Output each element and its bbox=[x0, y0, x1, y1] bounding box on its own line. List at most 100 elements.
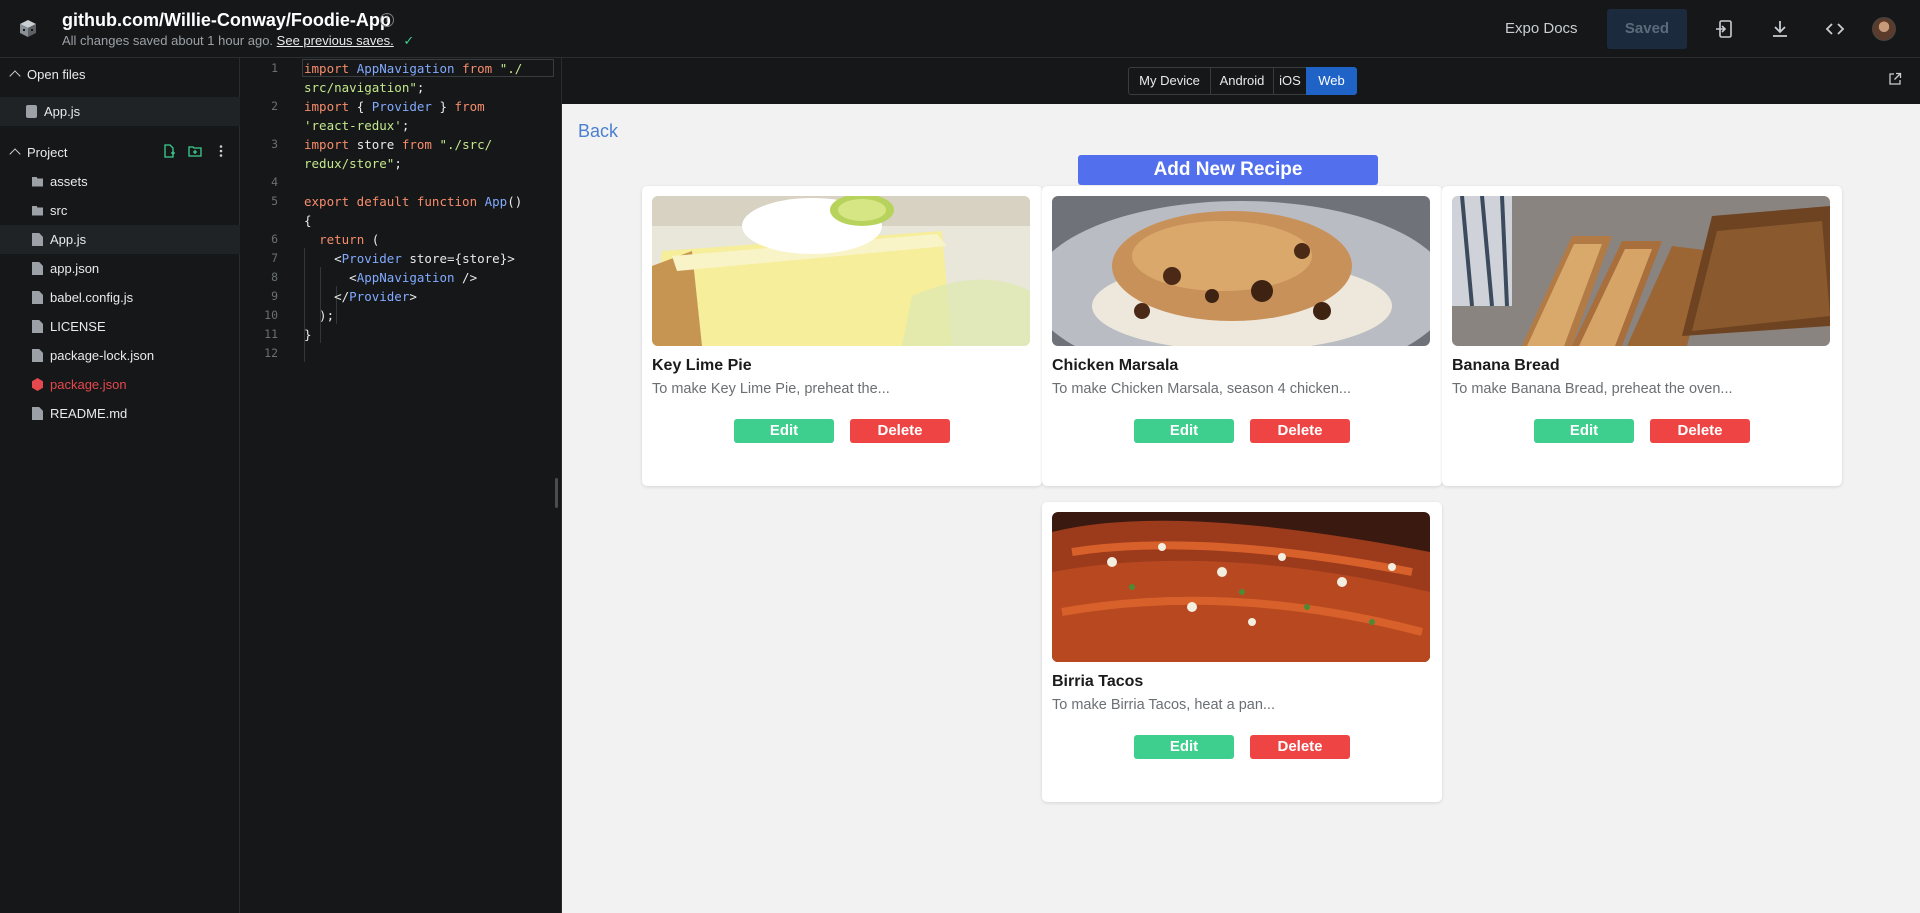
project-label: Project bbox=[27, 144, 68, 160]
edit-button[interactable]: Edit bbox=[1134, 735, 1234, 759]
import-icon[interactable] bbox=[1713, 18, 1735, 40]
code-editor[interactable]: 1 import AppNavigation from "./ src/navig… bbox=[240, 58, 562, 913]
edit-button[interactable]: Edit bbox=[1534, 419, 1634, 443]
recipe-card: Birria Tacos To make Birria Tacos, heat … bbox=[1042, 502, 1442, 802]
code-text: </Provider> bbox=[304, 289, 417, 304]
code-text: import store from "./src/ bbox=[304, 137, 493, 152]
recipe-description: To make Banana Bread, preheat the oven..… bbox=[1452, 381, 1733, 397]
line-number: 11 bbox=[264, 327, 278, 341]
project-title[interactable]: github.com/Willie-Conway/Foodie-App bbox=[62, 10, 391, 31]
code-text: src/navigation"; bbox=[304, 80, 425, 95]
snack-logo-icon[interactable] bbox=[14, 14, 42, 42]
tree-item-label: src bbox=[50, 203, 68, 218]
delete-button[interactable]: Delete bbox=[850, 419, 950, 443]
file-sidebar: Open files App.js Project assets src App… bbox=[0, 58, 240, 913]
code-text: { bbox=[304, 213, 312, 228]
chevron-up-icon bbox=[9, 70, 21, 82]
new-folder-icon[interactable] bbox=[188, 144, 202, 158]
tree-item-babel-config[interactable]: babel.config.js bbox=[0, 283, 240, 312]
tree-item-package-lock[interactable]: package-lock.json bbox=[0, 341, 240, 370]
code-text: <AppNavigation /> bbox=[304, 270, 478, 285]
code-text: ); bbox=[304, 308, 335, 323]
info-icon[interactable]: i bbox=[380, 13, 394, 27]
js-file-icon bbox=[32, 233, 43, 246]
download-icon[interactable] bbox=[1769, 18, 1791, 40]
open-file-app-js[interactable]: App.js bbox=[0, 97, 240, 126]
edit-button[interactable]: Edit bbox=[734, 419, 834, 443]
code-line: 4 bbox=[240, 173, 562, 192]
chevron-up-icon bbox=[9, 148, 21, 160]
user-avatar[interactable] bbox=[1872, 17, 1896, 41]
line-number: 5 bbox=[271, 194, 278, 208]
more-options-icon[interactable] bbox=[214, 144, 228, 158]
save-status-text: All changes saved about 1 hour ago. bbox=[62, 33, 274, 48]
back-link[interactable]: Back bbox=[578, 121, 618, 142]
tree-item-label: package.json bbox=[50, 377, 127, 392]
saved-button[interactable]: Saved bbox=[1607, 9, 1687, 49]
code-line: 6 return ( bbox=[240, 230, 562, 249]
file-icon bbox=[32, 262, 43, 275]
code-line: 7 <Provider store={store}> bbox=[240, 249, 562, 268]
code-text: <Provider store={store}> bbox=[304, 251, 515, 266]
code-line: 2 import { Provider } from bbox=[240, 97, 562, 116]
open-files-header[interactable]: Open files bbox=[0, 59, 240, 89]
recipe-card: Banana Bread To make Banana Bread, prehe… bbox=[1442, 186, 1842, 486]
line-number: 2 bbox=[271, 99, 278, 113]
code-line: 3 import store from "./src/ bbox=[240, 135, 562, 154]
code-line: 12 bbox=[240, 344, 562, 363]
code-line: { bbox=[240, 211, 562, 230]
tab-android[interactable]: Android bbox=[1210, 67, 1274, 95]
code-line: 5 export default function App() bbox=[240, 192, 562, 211]
tree-item-package-json[interactable]: package.json bbox=[0, 370, 240, 399]
project-actions bbox=[162, 144, 228, 158]
recipe-image bbox=[1052, 196, 1430, 346]
pane-resize-handle[interactable] bbox=[555, 478, 558, 508]
code-text: import AppNavigation from "./ bbox=[304, 61, 523, 76]
code-line: 8 <AppNavigation /> bbox=[240, 268, 562, 287]
recipe-name: Key Lime Pie bbox=[652, 357, 752, 374]
delete-button[interactable]: Delete bbox=[1250, 735, 1350, 759]
tab-web[interactable]: Web bbox=[1306, 67, 1357, 95]
code-line: redux/store"; bbox=[240, 154, 562, 173]
top-bar: github.com/Willie-Conway/Foodie-App i Al… bbox=[0, 0, 1920, 58]
tree-item-readme[interactable]: README.md bbox=[0, 399, 240, 428]
code-text: 'react-redux'; bbox=[304, 118, 410, 133]
tab-ios[interactable]: iOS bbox=[1273, 67, 1307, 95]
line-number: 7 bbox=[271, 251, 278, 265]
delete-button[interactable]: Delete bbox=[1250, 419, 1350, 443]
tree-item-label: README.md bbox=[50, 406, 128, 421]
file-icon bbox=[32, 349, 43, 362]
tree-item-app-json[interactable]: app.json bbox=[0, 254, 240, 283]
tree-item-label: package-lock.json bbox=[50, 348, 155, 363]
line-number: 10 bbox=[264, 308, 278, 322]
tree-item-assets[interactable]: assets bbox=[0, 167, 240, 196]
tree-item-label: LICENSE bbox=[50, 319, 106, 334]
previous-saves-link[interactable]: See previous saves. bbox=[277, 33, 394, 48]
file-icon bbox=[32, 320, 43, 333]
code-line: 1 import AppNavigation from "./ bbox=[240, 59, 562, 78]
tab-my-device[interactable]: My Device bbox=[1128, 67, 1211, 95]
expo-docs-link[interactable]: Expo Docs bbox=[1505, 20, 1578, 37]
tree-item-app-js[interactable]: App.js bbox=[0, 225, 240, 254]
recipe-image bbox=[652, 196, 1030, 346]
save-status: All changes saved about 1 hour ago. See … bbox=[62, 33, 414, 49]
file-icon bbox=[32, 291, 43, 304]
open-external-icon[interactable] bbox=[1888, 72, 1902, 86]
delete-button[interactable]: Delete bbox=[1650, 419, 1750, 443]
code-text: export default function App() bbox=[304, 194, 523, 209]
open-files-label: Open files bbox=[27, 66, 86, 82]
recipe-image bbox=[1452, 196, 1830, 346]
tree-item-license[interactable]: LICENSE bbox=[0, 312, 240, 341]
new-file-icon[interactable] bbox=[162, 144, 176, 158]
embed-code-icon[interactable] bbox=[1824, 18, 1846, 40]
code-text: import { Provider } from bbox=[304, 99, 485, 114]
preview-toolbar: My Device Android iOS Web bbox=[562, 58, 1920, 104]
tree-item-src[interactable]: src bbox=[0, 196, 240, 225]
code-text: } bbox=[304, 327, 312, 342]
folder-icon bbox=[32, 205, 43, 216]
add-new-recipe-button[interactable]: Add New Recipe bbox=[1078, 155, 1378, 185]
line-number: 1 bbox=[271, 61, 278, 75]
project-header[interactable]: Project bbox=[0, 137, 240, 167]
open-file-label: App.js bbox=[44, 104, 81, 119]
edit-button[interactable]: Edit bbox=[1134, 419, 1234, 443]
